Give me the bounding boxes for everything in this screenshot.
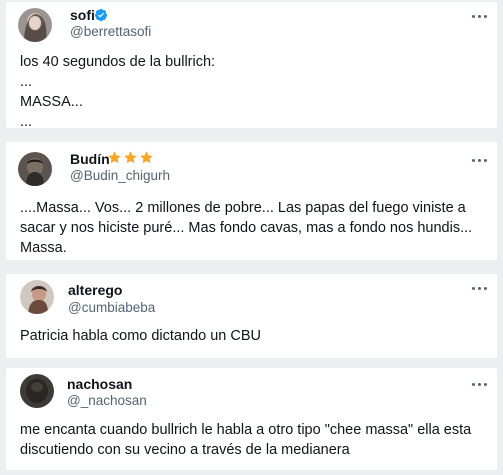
- author-name[interactable]: alterego: [68, 282, 122, 298]
- avatar[interactable]: [20, 280, 54, 314]
- more-options-icon[interactable]: [469, 378, 489, 390]
- tweet-card[interactable]: Budín @Budin_chigurh ....Massa... Vos...…: [6, 142, 497, 260]
- author-handle[interactable]: @Budin_chigurh: [70, 168, 170, 183]
- author-handle[interactable]: @cumbiabeba: [68, 300, 155, 315]
- star-icon: [140, 151, 153, 164]
- tweet-text-line: ...: [20, 74, 33, 90]
- tweet-text-line: sacar y nos hiciste puré... Mas fondo ca…: [20, 220, 473, 236]
- author-handle[interactable]: @_nachosan: [67, 393, 147, 408]
- more-options-icon[interactable]: [469, 282, 489, 294]
- tweet-text-line: ...: [20, 114, 33, 130]
- author-name[interactable]: sofi: [70, 7, 95, 23]
- star-icon: [124, 151, 137, 164]
- author-name[interactable]: Budín: [70, 151, 110, 167]
- tweet-text-line: MASSA...: [20, 94, 83, 110]
- author-name[interactable]: nachosan: [67, 376, 132, 392]
- author-handle[interactable]: @berrettasofi: [70, 24, 151, 39]
- star-icon: [108, 151, 121, 164]
- tweet-card[interactable]: sofi @berrettasofi los 40 segundos de la…: [6, 2, 497, 130]
- tweet-text-line: discutiendo con su vecino a través de la…: [20, 442, 350, 458]
- more-options-icon[interactable]: [469, 154, 489, 166]
- more-options-icon[interactable]: [469, 10, 489, 22]
- tweet-text-line: ....Massa... Vos... 2 millones de pobre.…: [20, 200, 466, 216]
- verified-icon: [94, 8, 108, 22]
- tweet-card[interactable]: alterego @cumbiabeba Patricia habla como…: [6, 274, 497, 358]
- tweet-text-line: me encanta cuando bullrich le habla a ot…: [20, 422, 472, 438]
- avatar[interactable]: [18, 8, 52, 42]
- avatar[interactable]: [18, 152, 52, 186]
- tweet-card[interactable]: nachosan @_nachosan me encanta cuando bu…: [6, 368, 497, 470]
- tweet-text-line: Massa.: [20, 240, 67, 256]
- avatar[interactable]: [20, 374, 54, 408]
- tweet-text-line: Patricia habla como dictando un CBU: [20, 328, 261, 344]
- tweet-text-line: los 40 segundos de la bullrich:: [20, 54, 216, 70]
